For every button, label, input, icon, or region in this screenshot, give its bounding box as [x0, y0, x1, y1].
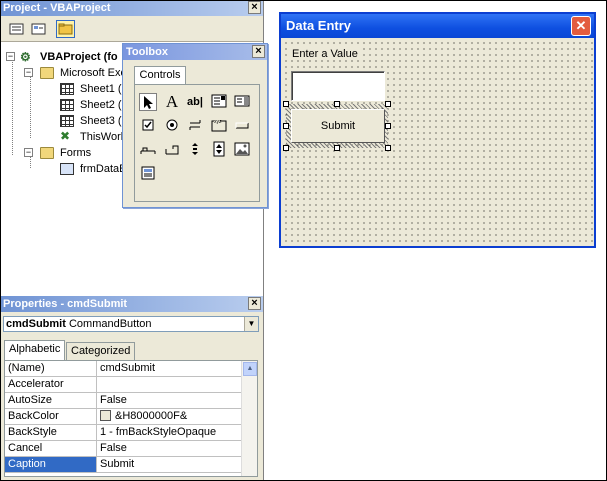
listbox-tool-icon[interactable]	[233, 93, 251, 111]
toolbox-window[interactable]: Toolbox × Controls A ab| xyz	[122, 43, 268, 208]
resize-handle[interactable]	[334, 145, 340, 151]
property-grid: (Name) cmdSubmit Accelerator AutoSize Fa…	[4, 360, 258, 477]
resize-handle[interactable]	[283, 123, 289, 129]
property-scrollbar[interactable]: ▲	[241, 361, 257, 476]
toolbox-title: Toolbox	[126, 46, 168, 58]
property-row[interactable]: Cancel False	[5, 441, 243, 457]
project-titlebar: Project - VBAProject ×	[0, 0, 263, 16]
combobox-tool-icon[interactable]	[210, 93, 228, 111]
refedit-tool-icon[interactable]	[139, 165, 157, 183]
resize-handle[interactable]	[385, 145, 391, 151]
resize-handle[interactable]	[283, 101, 289, 107]
togglebutton-tool-icon[interactable]	[186, 117, 204, 135]
userform-icon	[60, 163, 74, 175]
view-code-button[interactable]	[7, 20, 26, 38]
tab-categorized[interactable]: Categorized	[66, 342, 136, 360]
property-value[interactable]	[98, 377, 243, 392]
frame-tool-icon[interactable]: xyz	[210, 117, 228, 135]
view-object-icon	[31, 23, 46, 35]
property-value[interactable]: &H8000000F&	[98, 409, 243, 424]
properties-window: Properties - cmdSubmit × cmdSubmit Comma…	[0, 296, 264, 481]
pointer-icon[interactable]	[139, 93, 157, 111]
resize-handle[interactable]	[283, 145, 289, 151]
resize-handle[interactable]	[385, 123, 391, 129]
userform-title: Data Entry	[286, 18, 352, 33]
property-name: Caption	[5, 457, 97, 472]
toolbox-titlebar: Toolbox ×	[123, 44, 267, 60]
vbaproject-icon: ⚙	[20, 50, 31, 64]
svg-text:xyz: xyz	[214, 119, 222, 125]
image-tool-icon[interactable]	[233, 141, 251, 159]
workbook-icon: ✖	[60, 129, 71, 143]
properties-title: Properties - cmdSubmit	[3, 298, 128, 310]
view-object-button[interactable]	[29, 20, 48, 38]
view-code-icon	[9, 23, 24, 35]
property-value[interactable]: Submit	[98, 457, 243, 472]
worksheet-icon	[60, 115, 74, 127]
optionbutton-tool-icon[interactable]	[163, 117, 181, 135]
toggle-folders-button[interactable]	[56, 20, 75, 38]
property-value[interactable]: 1 - fmBackStyleOpaque	[98, 425, 243, 440]
tab-alphabetic[interactable]: Alphabetic	[4, 340, 66, 360]
worksheet-icon	[60, 83, 74, 95]
project-toolbar	[0, 16, 263, 42]
collapse-icon[interactable]: −	[6, 52, 15, 61]
label-tool-icon[interactable]: A	[163, 93, 181, 111]
userform-close-icon[interactable]: ✕	[571, 16, 591, 36]
object-selector[interactable]: cmdSubmit CommandButton ▼	[3, 316, 259, 332]
property-name: Cancel	[5, 441, 97, 456]
toolbox-close-button[interactable]: ×	[252, 45, 265, 58]
commandbutton-tool-icon[interactable]	[233, 117, 251, 135]
folder-icon	[40, 67, 54, 79]
chevron-down-icon[interactable]: ▼	[244, 317, 258, 331]
property-row[interactable]: (Name) cmdSubmit	[5, 361, 243, 377]
property-name: Accelerator	[5, 377, 97, 392]
folder-icon	[58, 23, 73, 35]
property-row[interactable]: BackStyle 1 - fmBackStyleOpaque	[5, 425, 243, 441]
property-row[interactable]: AutoSize False	[5, 393, 243, 409]
collapse-icon[interactable]: −	[24, 148, 33, 157]
color-swatch	[100, 410, 111, 421]
property-value[interactable]: False	[98, 441, 243, 456]
property-value[interactable]: False	[98, 393, 243, 408]
resize-handle[interactable]	[385, 101, 391, 107]
properties-titlebar: Properties - cmdSubmit ×	[0, 296, 263, 312]
properties-close-button[interactable]: ×	[248, 297, 261, 310]
spinbutton-tool-icon[interactable]	[210, 141, 228, 159]
userform-canvas[interactable]: Enter a Value Submit	[281, 38, 594, 246]
property-row[interactable]: BackColor &H8000000F&	[5, 409, 243, 425]
form-textbox[interactable]	[291, 71, 385, 101]
project-close-button[interactable]: ×	[248, 1, 261, 14]
textbox-tool-icon[interactable]: ab|	[186, 93, 204, 111]
property-row[interactable]: Accelerator	[5, 377, 243, 393]
userform-titlebar: Data Entry ✕	[281, 14, 594, 38]
property-name: BackStyle	[5, 425, 97, 440]
object-name: cmdSubmit	[6, 318, 66, 330]
object-type: CommandButton	[68, 318, 152, 330]
userform-window[interactable]: Data Entry ✕ Enter a Value Submit	[279, 12, 596, 248]
backcolor-value: &H8000000F&	[115, 410, 188, 422]
scrollbar-tool-icon[interactable]	[186, 141, 204, 159]
property-name: BackColor	[5, 409, 97, 424]
property-name: AutoSize	[5, 393, 97, 408]
folder-icon	[40, 147, 54, 159]
multipage-tool-icon[interactable]	[163, 141, 181, 159]
tab-controls[interactable]: Controls	[134, 66, 186, 85]
tabstrip-tool-icon[interactable]	[139, 141, 157, 159]
collapse-icon[interactable]: −	[24, 68, 33, 77]
submit-button[interactable]: Submit	[291, 109, 385, 143]
resize-handle[interactable]	[334, 101, 340, 107]
property-row[interactable]: Caption Submit	[5, 457, 243, 473]
worksheet-icon	[60, 99, 74, 111]
checkbox-tool-icon[interactable]	[139, 117, 157, 135]
property-value[interactable]: cmdSubmit	[98, 361, 243, 376]
project-title: Project - VBAProject	[3, 2, 111, 14]
form-label[interactable]: Enter a Value	[291, 48, 359, 60]
scroll-up-icon[interactable]: ▲	[243, 362, 257, 376]
property-name: (Name)	[5, 361, 97, 376]
toolbox-controls-page: A ab| xyz	[134, 84, 260, 202]
